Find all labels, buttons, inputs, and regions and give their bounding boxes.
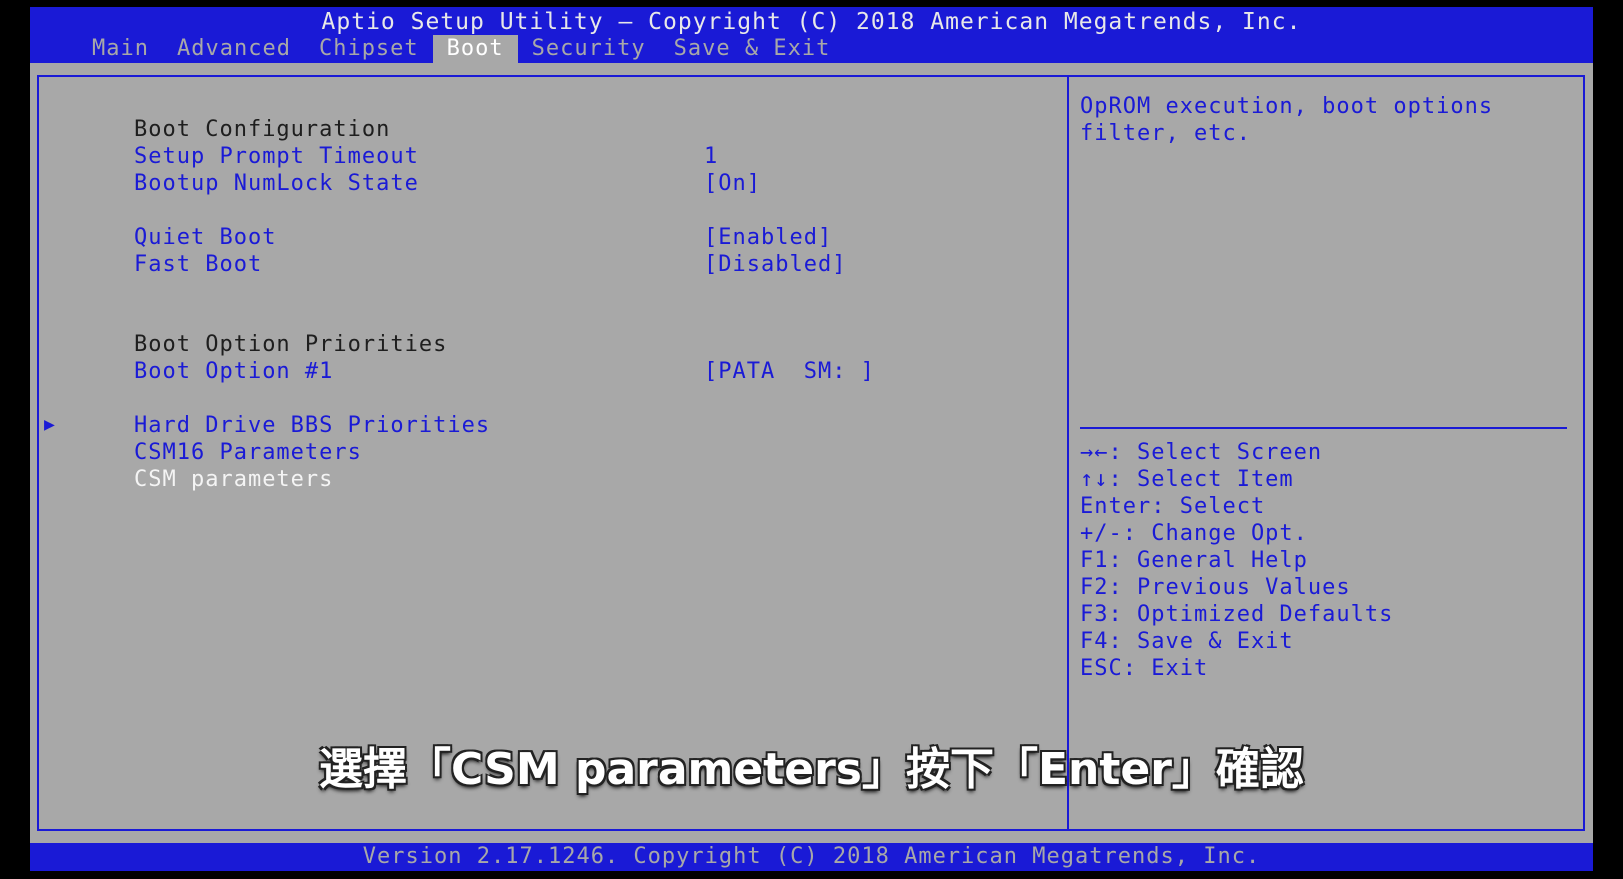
submenu-label: CSM parameters [133,467,334,492]
subtitle-caption: 選擇「CSM parameters」按下「Enter」確認 [319,744,1304,795]
key-f3: F3: Optimized Defaults [1080,602,1394,627]
key-f2: F2: Previous Values [1080,575,1351,600]
app-title: Aptio Setup Utility – Copyright (C) 2018… [321,9,1302,35]
setting-quiet-boot[interactable]: Quiet Boot [Enabled] [77,197,832,250]
key-legend: →←: Select Screen ↑↓: Select Item Enter:… [1080,439,1393,682]
tab-bar: Main Advanced Chipset Boot Security Save… [78,35,844,63]
submenu-csm-parameters[interactable]: CSM parameters [77,439,333,492]
key-f1: F1: General Help [1080,548,1308,573]
section-boot-option-priorities: Boot Option Priorities [77,304,447,357]
submenu-csm16-parameters[interactable]: CSM16 Parameters [77,412,362,465]
tab-main[interactable]: Main [78,35,163,63]
pane-divider [1067,75,1069,831]
bios-screen: Aptio Setup Utility – Copyright (C) 2018… [30,7,1593,871]
setting-label: Boot Option #1 [133,359,334,384]
version-footer: Version 2.17.1246. Copyright (C) 2018 Am… [30,843,1593,871]
help-separator [1080,427,1567,429]
setting-fast-boot[interactable]: Fast Boot [Disabled] [77,224,846,277]
tab-security[interactable]: Security [518,35,660,63]
setting-setup-prompt-timeout[interactable]: Setup Prompt Timeout 1 [77,116,718,169]
tab-advanced[interactable]: Advanced [163,35,305,63]
tab-boot[interactable]: Boot [432,35,518,63]
setting-boot-option-1[interactable]: Boot Option #1 [PATA SM: ] [77,331,875,384]
setting-value[interactable]: [Disabled] [704,251,846,278]
setting-value[interactable]: [PATA SM: ] [704,358,875,385]
tab-chipset[interactable]: Chipset [305,35,433,63]
setting-bootup-numlock-state[interactable]: Bootup NumLock State [On] [77,143,761,196]
section-boot-configuration: Boot Configuration [77,89,390,142]
setting-label: Bootup NumLock State [133,171,419,196]
key-enter: Enter: Select [1080,494,1266,519]
tab-save-exit[interactable]: Save & Exit [660,35,845,63]
title-bar: Aptio Setup Utility – Copyright (C) 2018… [30,7,1593,63]
setting-label: Fast Boot [133,252,263,277]
help-description: OpROM execution, boot options filter, et… [1080,94,1508,146]
triangle-right-icon: ▶ [44,414,55,435]
key-f4: F4: Save & Exit [1080,629,1294,654]
key-change-opt: +/-: Change Opt. [1080,521,1308,546]
key-select-item: ↑↓: Select Item [1080,467,1294,492]
setting-value[interactable]: [On] [704,170,761,197]
key-esc: ESC: Exit [1080,656,1209,681]
submenu-hard-drive-bbs-priorities[interactable]: Hard Drive BBS Priorities [77,385,490,438]
key-select-screen: →←: Select Screen [1080,440,1323,465]
